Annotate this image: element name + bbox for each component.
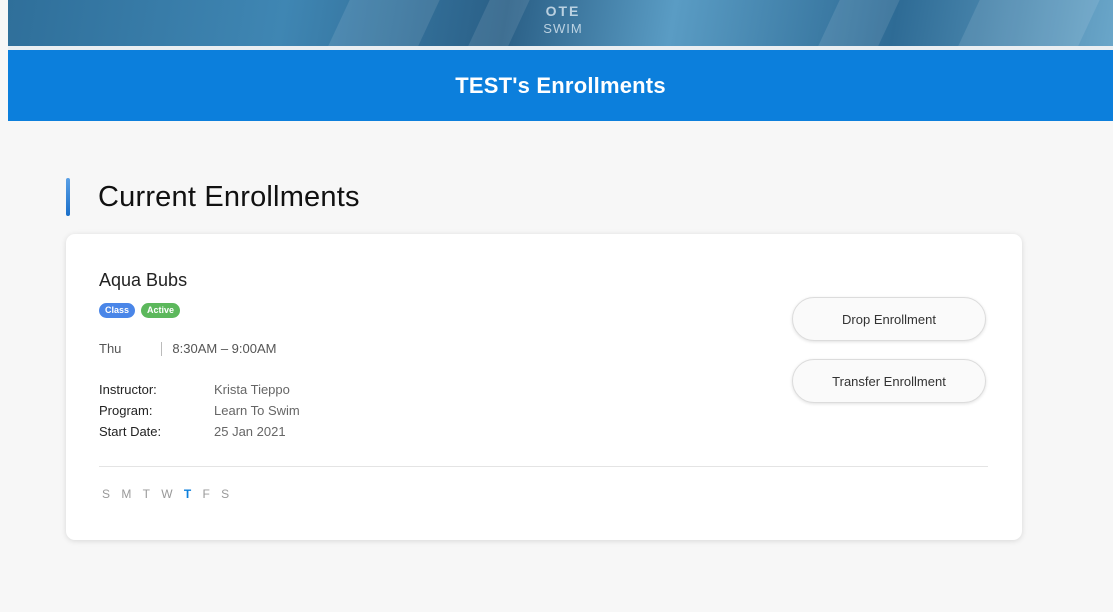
transfer-enrollment-button[interactable]: Transfer Enrollment [792, 359, 986, 403]
card-divider [99, 466, 988, 467]
section-title: Current Enrollments [98, 180, 360, 213]
schedule: Thu 8:30AM – 9:00AM [99, 341, 276, 356]
detail-value: Learn To Swim [214, 403, 300, 418]
detail-label: Program: [99, 403, 153, 418]
detail-value: 25 Jan 2021 [214, 424, 286, 439]
weekday-wed: W [161, 487, 173, 501]
detail-row-instructor: Instructor: Krista Tieppo [99, 379, 300, 400]
title-bar: TEST's Enrollments [8, 50, 1113, 121]
detail-label: Start Date: [99, 424, 162, 439]
detail-row-program: Program: Learn To Swim [99, 400, 300, 421]
weekday-sat: S [221, 487, 230, 501]
badge-group: Class Active [99, 303, 181, 318]
section-header: Current Enrollments [66, 178, 360, 216]
schedule-separator [161, 341, 163, 356]
brand-logo: OTE SWIM [543, 4, 583, 36]
enrollment-details: Instructor: Krista Tieppo Program: Learn… [99, 379, 300, 442]
weekday-indicator: S M T W T F S [102, 487, 229, 501]
weekday-thu: T [183, 487, 192, 501]
enrollment-card: Aqua Bubs Class Active Thu 8:30AM – 9:00… [66, 234, 1022, 540]
detail-value: Krista Tieppo [214, 382, 290, 397]
page-title: TEST's Enrollments [455, 72, 666, 98]
status-badge: Active [141, 303, 181, 318]
schedule-time: 8:30AM – 9:00AM [172, 341, 277, 356]
class-badge: Class [99, 303, 136, 318]
weekday-mon: M [121, 487, 132, 501]
drop-enrollment-button[interactable]: Drop Enrollment [792, 297, 986, 341]
schedule-day: Thu [99, 341, 122, 356]
hero-banner: OTE SWIM [8, 0, 1113, 46]
class-name: Aqua Bubs [99, 270, 188, 290]
weekday-fri: F [202, 487, 211, 501]
weekday-sun: S [102, 487, 111, 501]
section-accent-bar [66, 178, 70, 216]
detail-label: Instructor: [99, 382, 157, 397]
detail-row-start-date: Start Date: 25 Jan 2021 [99, 421, 300, 442]
weekday-tue: T [142, 487, 151, 501]
